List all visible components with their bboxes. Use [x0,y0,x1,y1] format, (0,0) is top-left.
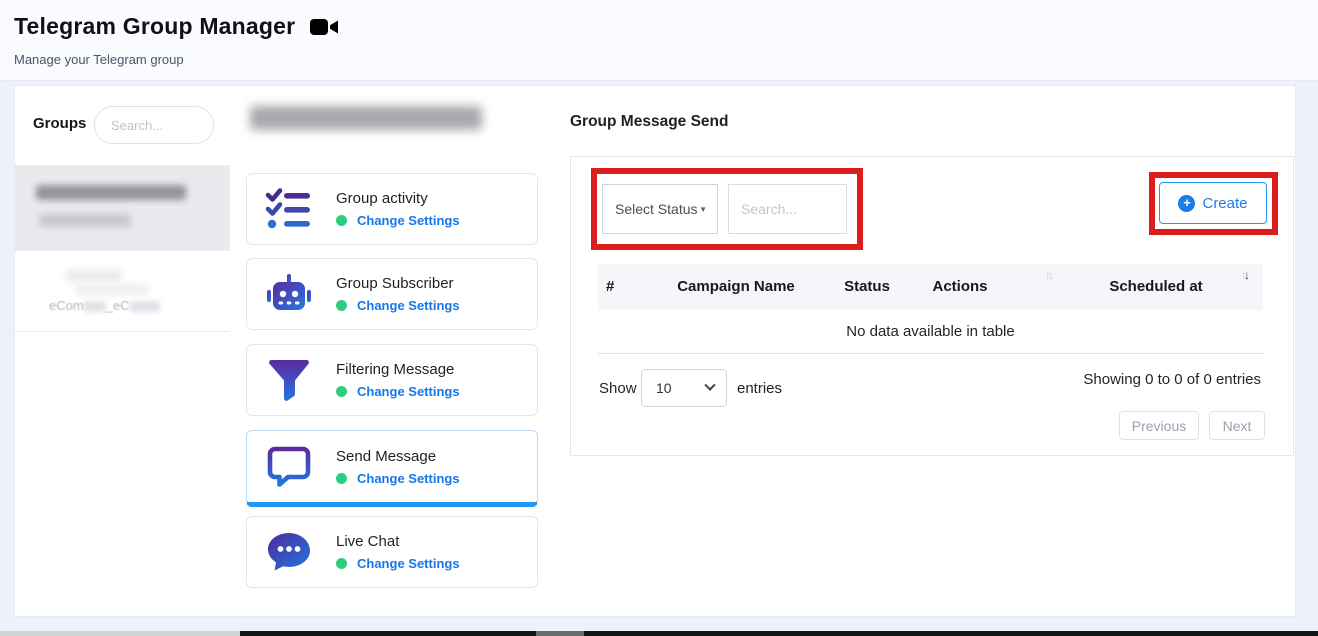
status-select-value: Select Status [615,201,698,217]
redacted-fragment [130,301,160,312]
next-button[interactable]: Next [1209,411,1265,440]
feature-card-live-chat[interactable]: Live Chat Change Settings [246,516,538,588]
status-dot-icon [336,386,347,397]
group-list-item[interactable]: eCom _eC [15,251,230,332]
horizontal-scrollbar-gap[interactable] [536,631,584,636]
page-subtitle: Manage your Telegram group [14,52,184,67]
status-dot-icon [336,215,347,226]
column-header-scheduled-at[interactable]: Scheduled at [1081,278,1231,295]
campaigns-card: Select Status Create # Campaign Name Sta… [570,156,1294,456]
redacted-group-name-2 [76,284,148,295]
status-dot-icon [336,300,347,311]
column-header-status[interactable]: Status [827,278,907,295]
redacted-group-name [36,185,186,200]
speech-bubble-dots-icon [264,531,314,573]
change-settings-link[interactable]: Change Settings [357,298,460,313]
group-partial-label: eCom _eC [49,298,160,313]
redacted-group-name [66,270,122,281]
groups-title: Groups [33,115,86,132]
chevron-down-icon [704,380,715,391]
group-list-item-selected[interactable] [15,166,230,251]
change-settings-link[interactable]: Change Settings [357,384,460,399]
funnel-icon [264,356,314,404]
plus-circle-icon [1178,195,1195,212]
page-size-value: 10 [656,380,672,396]
feature-card-group-subscriber[interactable]: Group Subscriber Change Settings [246,258,538,330]
column-header-actions[interactable]: Actions [915,278,1005,295]
previous-button[interactable]: Previous [1119,411,1199,440]
table-header-row: # Campaign Name Status Actions Scheduled… [598,264,1263,310]
robot-icon [264,270,314,318]
horizontal-scrollbar-thumb[interactable] [584,631,1318,636]
speech-bubble-outline-icon [264,445,314,489]
group-partial-text-1: eCom [49,298,84,313]
feature-title: Send Message [336,448,460,465]
status-dot-icon [336,473,347,484]
change-settings-link[interactable]: Change Settings [357,471,460,486]
task-list-icon [264,187,314,231]
sort-up-down-icon[interactable] [1241,268,1247,282]
create-button[interactable]: Create [1159,182,1267,224]
column-header-campaign-name[interactable]: Campaign Name [651,278,821,295]
page-title: Telegram Group Manager [14,13,295,40]
feature-title: Group Subscriber [336,275,460,292]
section-title: Group Message Send [570,113,728,131]
feature-card-filtering-message[interactable]: Filtering Message Change Settings [246,344,538,416]
horizontal-scrollbar-thumb[interactable] [240,631,536,636]
redacted-fragment [84,301,106,312]
change-settings-link[interactable]: Change Settings [357,213,460,228]
feature-title: Filtering Message [336,361,460,378]
entries-label: entries [737,380,782,397]
status-select[interactable]: Select Status [602,184,718,234]
video-camera-icon [310,17,340,42]
change-settings-link[interactable]: Change Settings [357,556,460,571]
sort-up-down-icon[interactable] [1045,268,1051,282]
feature-card-group-activity[interactable]: Group activity Change Settings [246,173,538,245]
features-column: Group activity Change Settings [230,85,554,617]
groups-sidebar: Groups eCom _eC [14,85,231,617]
horizontal-scrollbar-track[interactable] [0,631,240,636]
create-button-label: Create [1202,195,1247,212]
status-dot-icon [336,558,347,569]
groups-search-input[interactable] [94,106,214,144]
show-label: Show [599,380,637,397]
group-message-send-panel: Group Message Send Select Status Create … [553,85,1296,617]
caret-down-icon [699,205,707,214]
feature-title: Live Chat [336,533,460,550]
column-header-index[interactable]: # [606,278,614,295]
group-partial-text-2: _eC [106,298,130,313]
redacted-selected-group-title [250,106,482,130]
entries-summary: Showing 0 to 0 of 0 entries [1083,371,1261,388]
app-header: Telegram Group Manager Manage your Teleg… [0,0,1318,81]
telegram-group-manager-app: Telegram Group Manager Manage your Teleg… [0,0,1318,636]
table-empty-message: No data available in table [598,310,1263,354]
campaign-search-input[interactable] [728,184,847,234]
redacted-group-username [39,214,131,227]
feature-card-send-message[interactable]: Send Message Change Settings [246,430,538,507]
groups-sidebar-header: Groups [15,86,230,166]
feature-title: Group activity [336,190,460,207]
page-size-select[interactable]: 10 [641,369,727,407]
